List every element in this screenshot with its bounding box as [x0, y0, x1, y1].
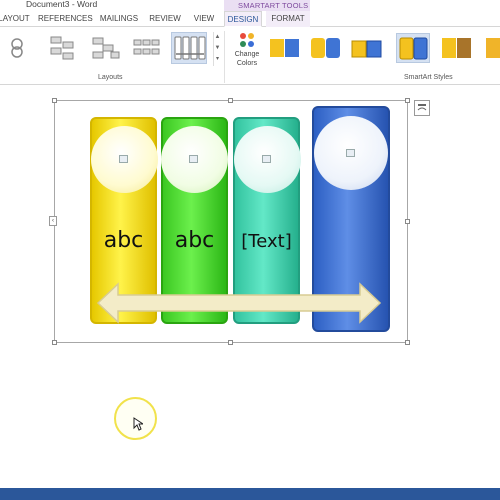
- smartart-style-selected[interactable]: [396, 33, 430, 63]
- layout-options-button[interactable]: [414, 100, 430, 116]
- list-layout-icon: [133, 39, 160, 55]
- picture-placeholder[interactable]: [314, 116, 388, 190]
- picture-placeholder[interactable]: [234, 126, 301, 193]
- smartart-style-3[interactable]: [350, 33, 384, 63]
- change-colors-label-2: Colors: [236, 60, 258, 67]
- layout-gallery-item-4[interactable]: [130, 32, 166, 64]
- smartart-style-5[interactable]: [440, 33, 474, 63]
- resize-handle[interactable]: [228, 340, 233, 345]
- status-bar: [0, 488, 500, 500]
- style-thumbnail-icon: [442, 38, 471, 58]
- vertical-picture-list-layout-icon: [174, 36, 206, 60]
- tab-design[interactable]: DESIGN: [224, 11, 262, 27]
- tab-format[interactable]: FORMAT: [266, 11, 310, 27]
- more-icon[interactable]: ▾: [214, 54, 221, 65]
- picture-placeholder[interactable]: [91, 126, 158, 193]
- layout-gallery-scroll[interactable]: ▲ ▼ ▾: [213, 32, 221, 66]
- picture-icon: [262, 155, 271, 163]
- palette-icon: [240, 33, 254, 47]
- step-layout-icon: [92, 37, 120, 59]
- resize-handle[interactable]: [52, 340, 57, 345]
- smartart-styles-group-label: SmartArt Styles: [404, 74, 453, 81]
- resize-handle[interactable]: [405, 219, 410, 224]
- document-title: Document3 - Word: [26, 0, 98, 9]
- shape-text[interactable]: abc: [163, 228, 226, 253]
- layout-options-icon: [417, 104, 427, 111]
- process-layout-icon: [50, 36, 74, 60]
- picture-placeholder[interactable]: [161, 126, 228, 193]
- circular-layout-icon: [11, 38, 23, 58]
- mouse-pointer-icon: [133, 417, 143, 431]
- style-thumbnail-icon: [270, 39, 299, 57]
- picture-icon: [346, 149, 355, 157]
- scroll-up-icon[interactable]: ▲: [214, 32, 221, 43]
- group-separator: [224, 31, 225, 83]
- picture-icon: [189, 155, 198, 163]
- scroll-down-icon[interactable]: ▼: [214, 43, 221, 54]
- layout-gallery-item-2[interactable]: [45, 32, 81, 64]
- shape-text[interactable]: abc: [92, 228, 155, 253]
- tab-view[interactable]: VIEW: [190, 11, 218, 27]
- text-pane-toggle[interactable]: ‹: [49, 216, 57, 226]
- resize-handle[interactable]: [405, 340, 410, 345]
- style-thumbnail-icon: [351, 40, 382, 58]
- tab-layout[interactable]: LAYOUT: [0, 11, 30, 27]
- smartart-tools-label: SMARTART TOOLS: [238, 1, 309, 10]
- style-thumbnail-icon: [486, 38, 500, 58]
- double-arrow: [96, 282, 382, 324]
- shape-text[interactable]: [Text]: [235, 231, 298, 252]
- resize-handle[interactable]: [52, 98, 57, 103]
- picture-icon: [119, 155, 128, 163]
- layout-gallery-item-3[interactable]: [89, 32, 125, 64]
- style-thumbnail-icon: [311, 38, 340, 58]
- smartart-style-6[interactable]: [484, 33, 500, 63]
- double-arrow-shape[interactable]: [96, 280, 382, 326]
- tab-references[interactable]: REFERENCES: [38, 11, 93, 27]
- change-colors-label-1: Change: [234, 51, 260, 58]
- layouts-group-label: Layouts: [98, 74, 123, 81]
- change-colors-button[interactable]: Change Colors: [229, 30, 265, 74]
- tab-mailings[interactable]: MAILINGS: [98, 11, 140, 27]
- smartart-style-2[interactable]: [309, 33, 343, 63]
- resize-handle[interactable]: [228, 98, 233, 103]
- style-thumbnail-icon: [399, 37, 428, 60]
- layout-gallery-item-1[interactable]: [2, 32, 38, 64]
- tab-review[interactable]: REVIEW: [148, 11, 182, 27]
- resize-handle[interactable]: [405, 98, 410, 103]
- smartart-style-1[interactable]: [268, 33, 302, 63]
- layout-gallery-item-selected[interactable]: [171, 32, 207, 64]
